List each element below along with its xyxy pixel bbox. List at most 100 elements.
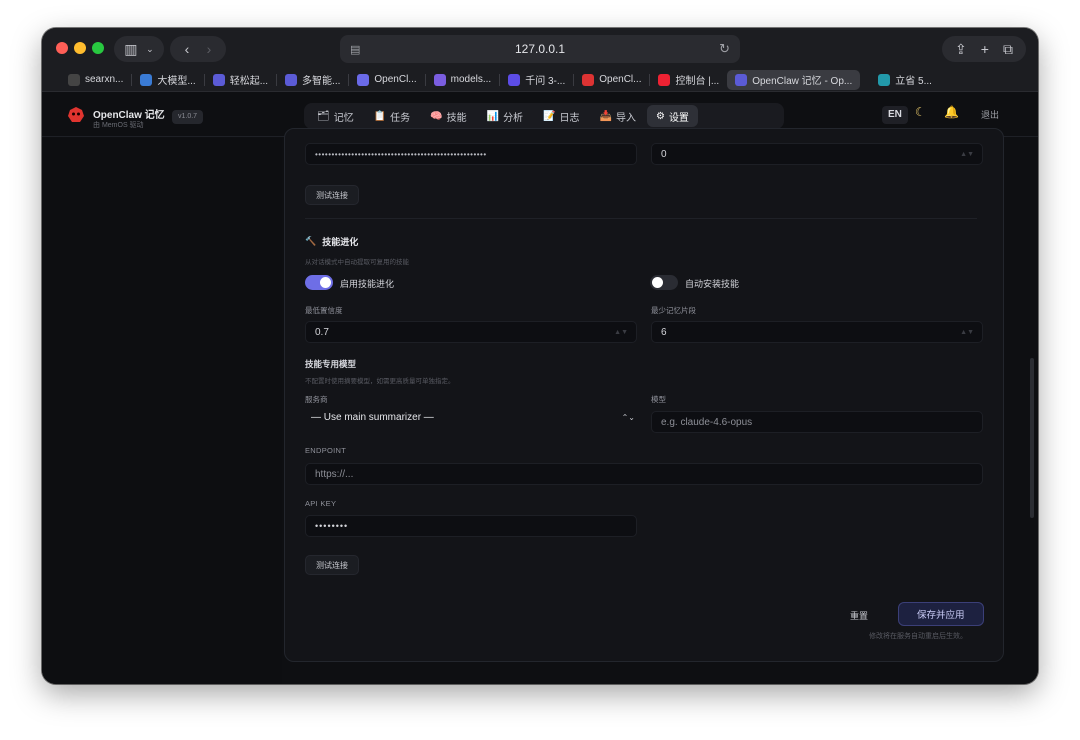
model-label: 模型 bbox=[651, 395, 666, 404]
model-input[interactable]: e.g. claude-4.6-opus bbox=[651, 411, 983, 433]
scrollbar[interactable] bbox=[1030, 358, 1034, 518]
share-icon[interactable]: ⇪ bbox=[955, 41, 967, 58]
openclaw-logo-icon bbox=[68, 107, 84, 122]
chevron-down-icon: ⌄ bbox=[146, 43, 154, 54]
tab-strip: searxn... 大模型... 轻松起... 多智能... OpenCl... mode… bbox=[42, 68, 1038, 92]
tab-label: 大模型... bbox=[157, 76, 196, 87]
browser-tab[interactable]: models... bbox=[426, 70, 500, 90]
page-settings-icon[interactable]: ▤ bbox=[350, 43, 360, 56]
tab-label: 立省 5... bbox=[895, 76, 932, 87]
tab-overview-icon[interactable]: ⧉ bbox=[1003, 41, 1013, 58]
browser-tab[interactable]: 大模型... bbox=[132, 70, 203, 90]
auto-install-skill-label: 自动安装技能 bbox=[685, 279, 740, 289]
tab-favicon-icon bbox=[735, 73, 748, 86]
tab-label: 多智能... bbox=[302, 76, 341, 87]
address-bar[interactable]: ▤ 127.0.0.1 ↻ bbox=[340, 35, 740, 63]
tab-label: 控制台 |... bbox=[675, 76, 720, 87]
browser-tab[interactable]: OpenCl... bbox=[349, 70, 424, 90]
nav-icon: 🗂 bbox=[317, 110, 330, 122]
skill-evolution-title: 🔨 技能进化 bbox=[305, 236, 359, 247]
tab-label: models... bbox=[450, 74, 492, 85]
version-badge: v1.0.7 bbox=[172, 110, 204, 124]
new-tab-icon[interactable]: + bbox=[981, 41, 989, 57]
number-field-top[interactable]: 0 ▲▼ bbox=[651, 143, 983, 165]
nav-item-2[interactable]: 🧠 技能 bbox=[421, 105, 475, 127]
stepper-icon[interactable]: ▲▼ bbox=[614, 329, 628, 336]
nav-label: 技能 bbox=[446, 112, 467, 124]
nav-icon: 📊 bbox=[486, 110, 500, 122]
tab-label: OpenCl... bbox=[374, 74, 417, 85]
tab-favicon-icon bbox=[285, 73, 298, 86]
logout-button[interactable]: 退出 bbox=[981, 108, 999, 121]
section-divider bbox=[305, 218, 977, 219]
min-memory-label: 最少记忆片段 bbox=[651, 306, 696, 315]
tab-favicon-icon bbox=[433, 73, 446, 86]
auto-install-skill-toggle[interactable] bbox=[650, 275, 678, 290]
nav-label: 分析 bbox=[503, 112, 524, 124]
endpoint-input[interactable]: https://... bbox=[305, 463, 983, 485]
save-note: 修改将在服务自动重启后生效。 bbox=[869, 633, 967, 640]
reset-button[interactable]: 重置 bbox=[850, 609, 868, 622]
nav-label: 日志 bbox=[559, 112, 580, 124]
reload-icon[interactable]: ↻ bbox=[719, 41, 730, 57]
close-window-button[interactable] bbox=[56, 42, 68, 54]
content-area: ••••••••••••••••••••••••••••••••••••••••… bbox=[42, 128, 1038, 684]
browser-tab[interactable]: 立省 5... bbox=[870, 70, 940, 90]
stepper-icon[interactable]: ▲▼ bbox=[960, 151, 974, 158]
minimize-window-button[interactable] bbox=[74, 42, 86, 54]
theme-toggle-moon-icon[interactable]: ☾ bbox=[915, 105, 926, 119]
nav-item-3[interactable]: 📊 分析 bbox=[478, 105, 532, 127]
nav-icon: 📥 bbox=[599, 110, 612, 122]
browser-tab[interactable]: 千问 3-... bbox=[500, 70, 573, 90]
nav-item-6[interactable]: ⚙ 设置 bbox=[646, 105, 698, 127]
enable-skill-evolution-label: 启用技能进化 bbox=[340, 279, 395, 289]
sidebar-toggle-button[interactable]: ▥ ⌄ bbox=[114, 36, 164, 62]
browser-window: ▥ ⌄ ‹ › ▤ 127.0.0.1 ↻ ⇪ + ⧉ searxn... 大模型… bbox=[42, 28, 1038, 684]
forward-icon[interactable]: › bbox=[207, 41, 212, 57]
notification-bell-icon[interactable]: 🔔 bbox=[944, 105, 959, 119]
tab-favicon-icon bbox=[140, 73, 153, 86]
tab-favicon-icon bbox=[357, 73, 370, 86]
min-confidence-label: 最低置信度 bbox=[305, 306, 343, 315]
select-chevron-icon: ⌃⌄ bbox=[621, 412, 635, 422]
endpoint-label: ENDPOINT bbox=[305, 446, 347, 455]
nav-item-0[interactable]: 🗂 记忆 bbox=[308, 105, 363, 127]
browser-tab[interactable]: 多智能... bbox=[277, 70, 348, 90]
tab-label: OpenCl... bbox=[599, 74, 642, 85]
api-key-input[interactable]: •••••••• bbox=[305, 515, 637, 537]
tab-label: searxn... bbox=[85, 74, 124, 85]
test-connection-button[interactable]: 测试连接 bbox=[305, 555, 359, 575]
tab-favicon-icon bbox=[878, 73, 891, 86]
nav-item-1[interactable]: 📋 任务 bbox=[365, 105, 419, 127]
tab-label: 千问 3-... bbox=[525, 76, 566, 87]
browser-tab[interactable]: OpenClaw 记忆 - Op... bbox=[727, 69, 861, 90]
brand-subtitle: 由 MemOS 驱动 bbox=[93, 122, 144, 129]
nav-item-5[interactable]: 📥 导入 bbox=[591, 105, 645, 127]
enable-skill-evolution-toggle[interactable] bbox=[305, 275, 333, 290]
test-connection-button-top[interactable]: 测试连接 bbox=[305, 185, 359, 205]
nav-buttons: ‹ › bbox=[170, 36, 226, 62]
provider-select[interactable]: — Use main summarizer — ⌃⌄ bbox=[305, 409, 637, 425]
language-toggle[interactable]: EN bbox=[882, 106, 908, 124]
nav-icon: 📝 bbox=[543, 110, 556, 122]
min-confidence-input[interactable]: 0.7 ▲▼ bbox=[305, 321, 637, 343]
save-apply-button[interactable]: 保存并应用 bbox=[898, 602, 984, 626]
tab-favicon-icon bbox=[582, 73, 595, 86]
tab-favicon-icon bbox=[68, 73, 80, 86]
zoom-window-button[interactable] bbox=[92, 42, 104, 54]
skill-model-desc: 不配置时使用摘要模型，如需更高质量可单独指定。 bbox=[305, 378, 455, 385]
stepper-icon[interactable]: ▲▼ bbox=[960, 329, 974, 336]
nav-item-4[interactable]: 📝 日志 bbox=[534, 105, 588, 127]
api-key-label: API KEY bbox=[305, 499, 337, 508]
nav-icon: ⚙ bbox=[655, 110, 665, 122]
hammer-icon: 🔨 bbox=[305, 236, 317, 246]
tab-favicon-icon bbox=[508, 73, 521, 86]
browser-tab[interactable]: searxn... bbox=[60, 70, 131, 90]
min-memory-input[interactable]: 6 ▲▼ bbox=[651, 321, 983, 343]
browser-tab[interactable]: OpenCl... bbox=[574, 70, 649, 90]
browser-tab[interactable]: 轻松起... bbox=[205, 70, 276, 90]
api-key-field-top[interactable]: ••••••••••••••••••••••••••••••••••••••••… bbox=[305, 143, 637, 165]
skill-model-title: 技能专用模型 bbox=[305, 359, 357, 369]
browser-tab[interactable]: 控制台 |... bbox=[650, 70, 727, 90]
back-icon[interactable]: ‹ bbox=[185, 41, 190, 57]
